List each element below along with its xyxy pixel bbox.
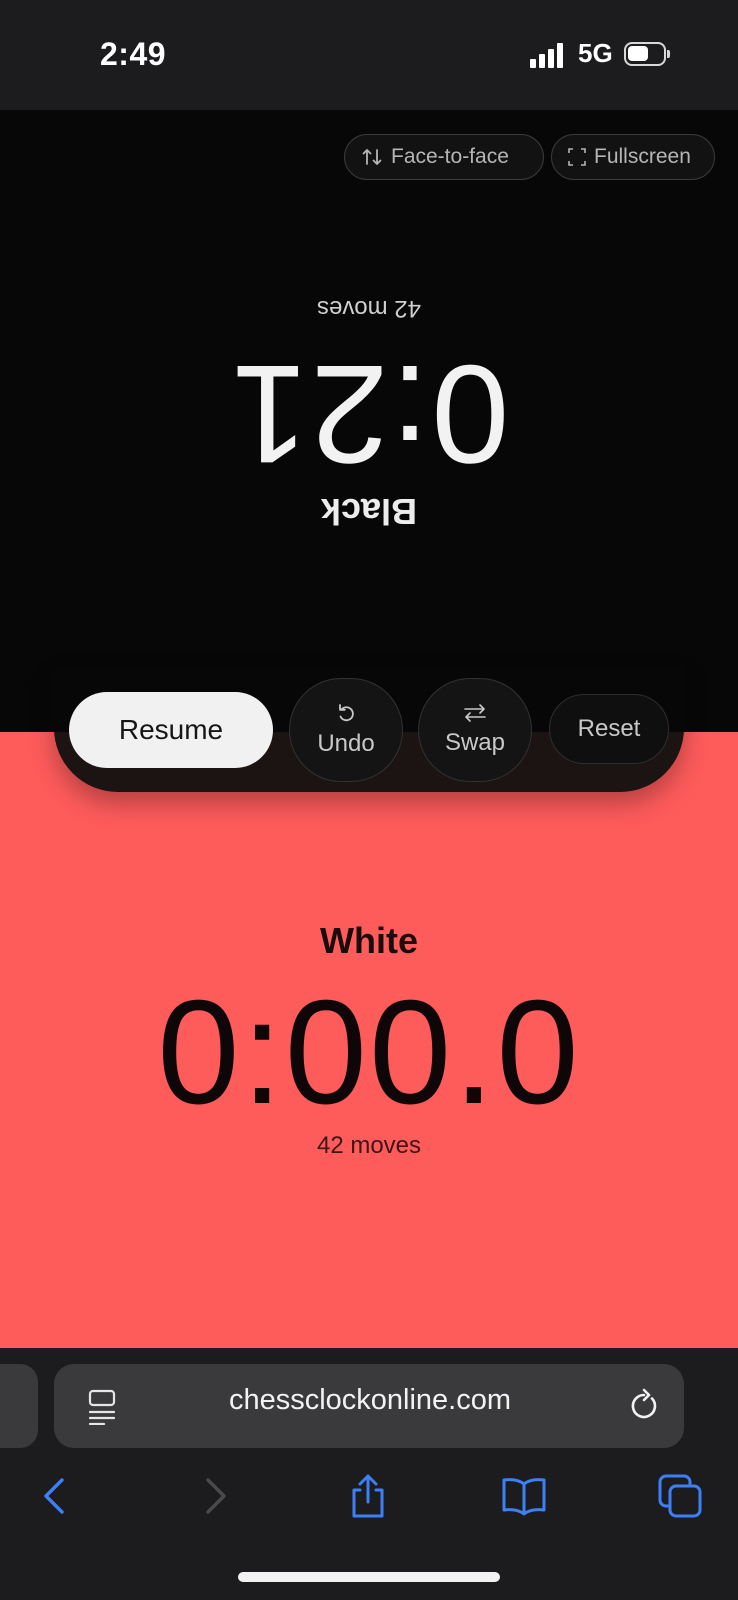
tabs-icon[interactable] bbox=[656, 1472, 704, 1520]
undo-button[interactable]: Undo bbox=[289, 678, 403, 782]
status-time: 2:49 bbox=[100, 36, 167, 72]
swap-arrows-icon bbox=[464, 704, 486, 722]
white-time: 0:00.0 bbox=[157, 970, 581, 1135]
previous-tab-preview[interactable] bbox=[0, 1364, 38, 1448]
status-bar: 2:49 5G bbox=[0, 0, 738, 110]
fullscreen-label: Fullscreen bbox=[594, 145, 691, 168]
chevron-right-icon[interactable] bbox=[190, 1472, 238, 1520]
home-indicator bbox=[238, 1572, 500, 1582]
white-move-count: 42 moves bbox=[316, 1132, 422, 1159]
black-move-count: 42 moves bbox=[316, 295, 422, 322]
face-to-face-button[interactable]: Face-to-face bbox=[344, 134, 544, 180]
black-player-name: Black bbox=[320, 491, 418, 532]
reload-icon[interactable] bbox=[626, 1388, 662, 1424]
fullscreen-button[interactable]: Fullscreen bbox=[551, 134, 715, 180]
face-to-face-label: Face-to-face bbox=[391, 145, 509, 168]
white-player-name: White bbox=[320, 920, 418, 961]
battery-icon bbox=[624, 42, 670, 66]
black-time: 0:21 bbox=[228, 336, 510, 493]
swap-label: Swap bbox=[444, 729, 506, 756]
black-clock-display: 42 moves 0:21 Black bbox=[0, 280, 738, 540]
url-text[interactable]: chessclockonline.com bbox=[130, 1384, 610, 1417]
book-icon[interactable] bbox=[500, 1472, 548, 1520]
swap-button[interactable]: Swap bbox=[418, 678, 532, 782]
fullscreen-corners-icon bbox=[568, 148, 586, 166]
reset-button[interactable]: Reset bbox=[549, 694, 669, 764]
arrows-up-down-icon bbox=[362, 149, 382, 165]
chevron-left-icon[interactable] bbox=[32, 1472, 80, 1520]
network-type: 5G bbox=[578, 38, 613, 68]
share-icon[interactable] bbox=[344, 1472, 392, 1520]
page-menu-icon[interactable] bbox=[86, 1389, 118, 1425]
cellular-signal-icon bbox=[530, 42, 566, 68]
undo-label: Undo bbox=[317, 730, 375, 757]
resume-button[interactable]: Resume bbox=[69, 692, 273, 768]
undo-arrow-icon bbox=[339, 704, 354, 722]
